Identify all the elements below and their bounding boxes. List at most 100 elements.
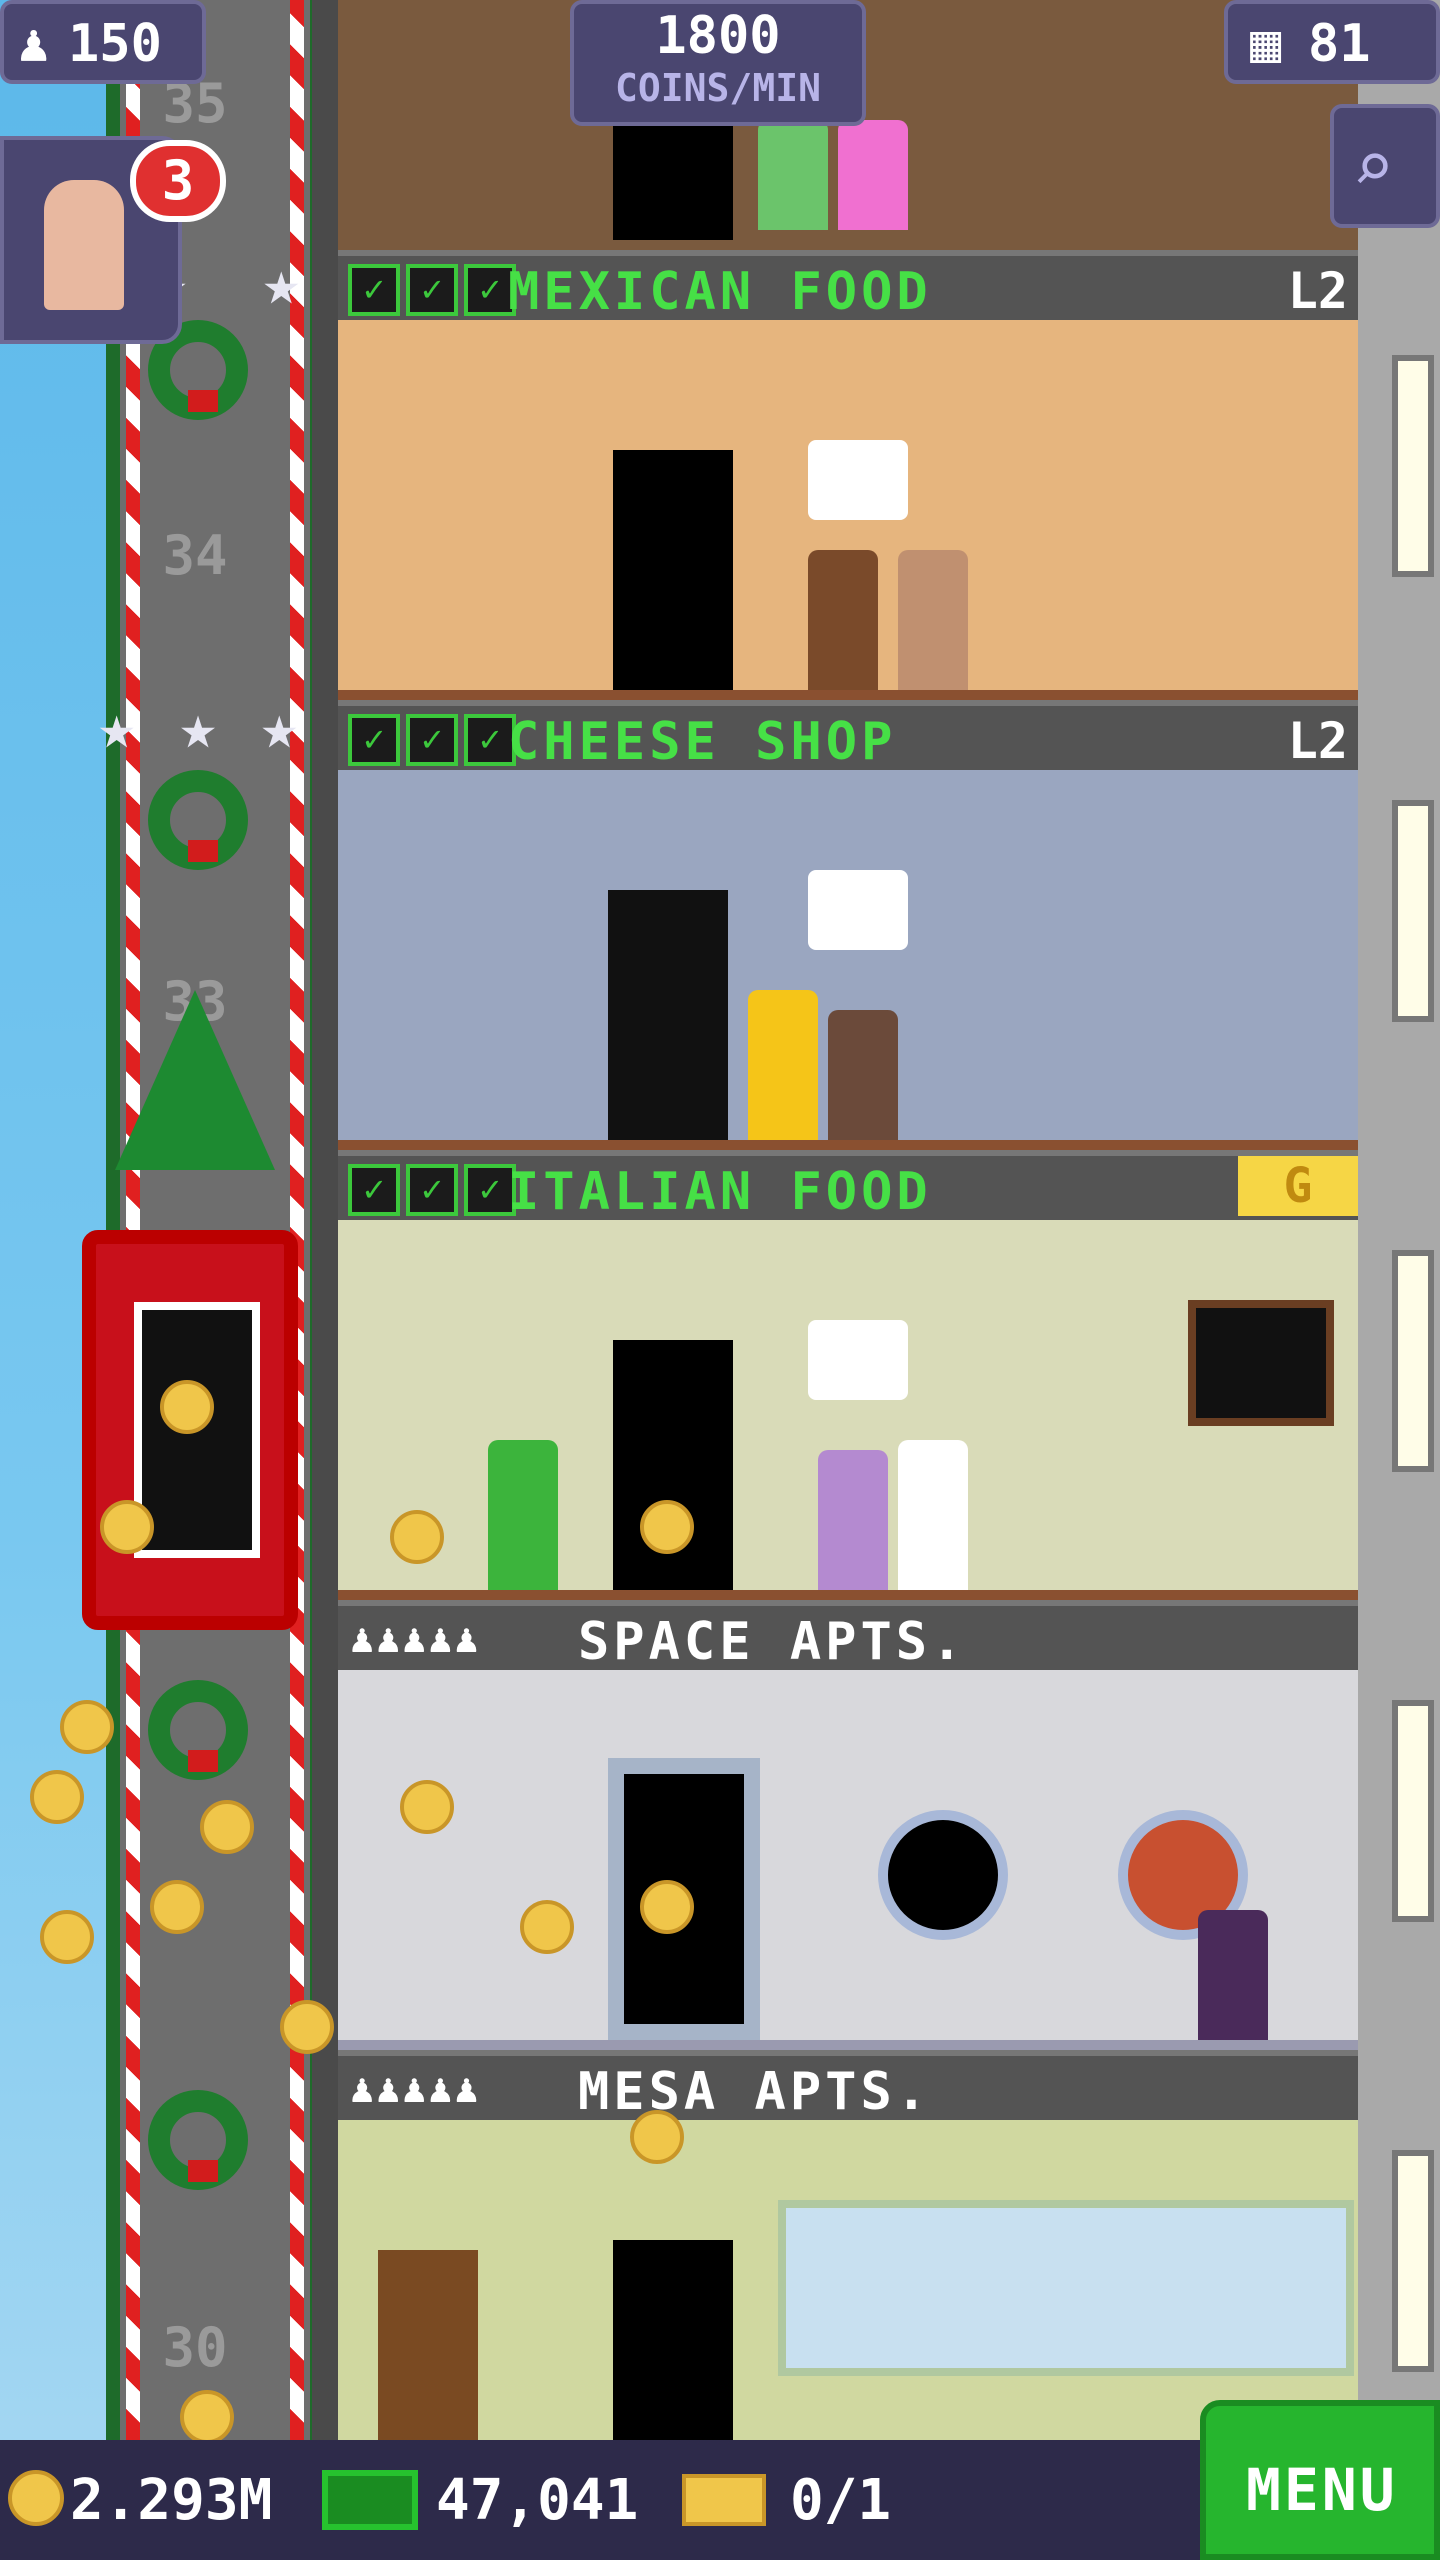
candy-cane-rail-right (290, 0, 304, 2440)
floor-space-apts[interactable]: ♟♟♟♟♟ SPACE APTS. (338, 1600, 1358, 2050)
floor-banner: ✓ ✓ ✓ ITALIAN FOOD G (338, 1150, 1358, 1222)
star-icon: ★ (262, 246, 300, 319)
coin-icon[interactable] (520, 1900, 574, 1954)
coin-icon[interactable] (200, 1800, 254, 1854)
floor-banner: ✓ ✓ ✓ MEXICAN FOOD L2 (338, 250, 1358, 322)
floor-banner: ✓ ✓ ✓ CHEESE SHOP L2 (338, 700, 1358, 772)
visitor-sprite (898, 550, 968, 690)
floor-mesa-apts[interactable]: ♟♟♟♟♟ MESA APTS. (338, 2050, 1358, 2440)
cash-icon (322, 2470, 418, 2530)
building-left-edge (312, 0, 338, 2440)
floors-counter[interactable]: ▦ 81 (1224, 0, 1440, 84)
magnifier-icon: ⌕ (1352, 126, 1395, 208)
coins-per-minute-display: 1800 COINS/MIN (570, 0, 866, 126)
speech-bubble (808, 870, 908, 950)
floor-name: SPACE APTS. (578, 1612, 967, 1672)
ticket-icon (682, 2474, 766, 2526)
search-button[interactable]: ⌕ (1330, 104, 1440, 228)
room-interior (338, 770, 1358, 1150)
visitor-sprite (758, 120, 828, 230)
stock-checks: ✓ ✓ ✓ (348, 1164, 516, 1216)
shaft-frame-left (106, 0, 120, 2440)
coin-icon[interactable] (150, 1880, 204, 1934)
visitor-sprite (818, 1450, 888, 1590)
visitor-sprite (828, 1010, 898, 1140)
room-door (608, 890, 728, 1140)
bux-balance[interactable]: 47,041 (436, 2468, 638, 2533)
wreath-decoration (148, 2090, 248, 2190)
menu-button[interactable]: MENU (1200, 2400, 1440, 2560)
floor-level: L2 (1287, 262, 1348, 320)
coin-icon[interactable] (40, 1910, 94, 1964)
floor-name: MEXICAN FOOD (508, 262, 932, 322)
room-window (778, 2200, 1354, 2376)
room-door (613, 2240, 733, 2440)
resident-sprite (1198, 1910, 1268, 2040)
elevator-floor-number: 30 (162, 2316, 228, 2379)
room-interior (338, 1670, 1358, 2050)
coins-per-min-value: 1800 (655, 6, 781, 66)
speech-bubble (808, 440, 908, 520)
coin-icon[interactable] (180, 2390, 234, 2444)
floor-mexican-food[interactable]: ✓ ✓ ✓ MEXICAN FOOD L2 (338, 250, 1358, 700)
check-icon: ✓ (406, 714, 458, 766)
building-window (1392, 2150, 1434, 2372)
room-interior (338, 320, 1358, 700)
building-right-edge (1358, 0, 1440, 2440)
visitor-sprite (808, 550, 878, 690)
floor-stars: ★ ★ ★ (98, 690, 298, 763)
visitor-notification[interactable]: 3 (0, 136, 226, 344)
floor-name: MESA APTS. (578, 2062, 932, 2122)
coin-icon[interactable] (60, 1700, 114, 1754)
room-interior (338, 1220, 1358, 1600)
notification-badge: 3 (130, 140, 226, 222)
check-icon: ✓ (348, 1164, 400, 1216)
visitor-sprite (488, 1440, 558, 1590)
coin-icon[interactable] (640, 1880, 694, 1934)
room-door (613, 120, 733, 240)
building-window (1392, 1700, 1434, 1922)
population-value: 150 (68, 14, 162, 74)
coin-icon[interactable] (630, 2110, 684, 2164)
building-window (1392, 800, 1434, 1022)
wreath-decoration (148, 770, 248, 870)
room-door (613, 450, 733, 690)
coin-icon[interactable] (160, 1380, 214, 1434)
coin-icon[interactable] (640, 1500, 694, 1554)
coin-icon[interactable] (100, 1500, 154, 1554)
floor-italian-food[interactable]: ✓ ✓ ✓ ITALIAN FOOD G (338, 1150, 1358, 1600)
coin-icon[interactable] (280, 2000, 334, 2054)
floor-cheese-shop[interactable]: ✓ ✓ ✓ CHEESE SHOP L2 (338, 700, 1358, 1150)
coin-icon[interactable] (30, 1770, 84, 1824)
check-icon: ✓ (348, 264, 400, 316)
check-icon: ✓ (406, 264, 458, 316)
floor-banner: ♟♟♟♟♟ MESA APTS. (338, 2050, 1358, 2122)
speech-bubble (808, 1320, 908, 1400)
floor-banner: ♟♟♟♟♟ SPACE APTS. (338, 1600, 1358, 1672)
coin-icon (8, 2470, 64, 2526)
porthole-window (878, 1810, 1008, 1940)
floors-value: 81 (1308, 14, 1371, 74)
building-icon: ▦ (1250, 14, 1282, 74)
coins-balance[interactable]: 2.293M (70, 2468, 272, 2533)
coin-icon[interactable] (400, 1780, 454, 1834)
tickets-count[interactable]: 0/1 (790, 2468, 891, 2533)
menu-button-label: MENU (1246, 2456, 1398, 2524)
residents-icon: ♟♟♟♟♟ (350, 2066, 481, 2112)
menu-chalkboard (1188, 1300, 1334, 1426)
star-icon: ★ (179, 690, 217, 763)
avatar (44, 180, 124, 310)
bookshelf (378, 2250, 478, 2440)
star-icon: ★ (260, 690, 298, 763)
candy-cane-rail-left (126, 0, 140, 2440)
floor-name: ITALIAN FOOD (508, 1162, 932, 1222)
coins-per-min-label: COINS/MIN (615, 66, 821, 110)
coin-icon[interactable] (390, 1510, 444, 1564)
wreath-decoration (148, 1680, 248, 1780)
visitor-sprite (838, 120, 908, 230)
population-counter[interactable]: ♟ 150 (0, 0, 206, 84)
elevator-floor-number: 34 (162, 524, 228, 587)
visitor-sprite (748, 990, 818, 1140)
star-icon: ★ (98, 690, 136, 763)
building-window (1392, 355, 1434, 577)
